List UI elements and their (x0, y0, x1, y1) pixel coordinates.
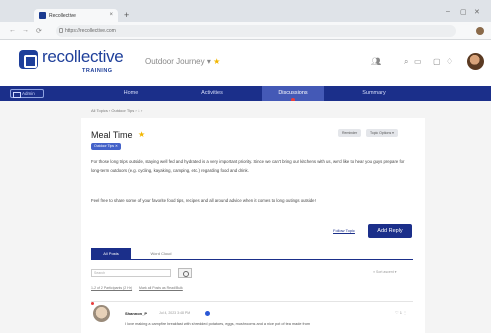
journey-label: Outdoor Journey (145, 57, 205, 66)
search-icon[interactable] (178, 268, 192, 278)
sort-dropdown[interactable]: ≡ Sort ascent ▾ (373, 270, 396, 274)
bell-icon[interactable]: ♢ (446, 57, 453, 66)
close-tab-icon[interactable]: × (109, 12, 113, 18)
topic-description-2: Feel free to share some of your favorite… (91, 198, 316, 203)
url-text: https://recollective.com (65, 28, 116, 34)
recollective-logo-icon[interactable] (19, 50, 38, 69)
admin-button[interactable]: Admin (10, 89, 44, 98)
post-date: Jul 4, 2023 3:48 PM (159, 311, 191, 315)
breadcrumb[interactable]: All Topics › Outdoor Tips › ↓ › (91, 108, 142, 113)
inbox-icon[interactable]: ▢ (433, 57, 441, 66)
logo-text[interactable]: recollective (42, 47, 124, 67)
star-icon[interactable]: ★ (138, 130, 145, 139)
lock-icon (59, 28, 63, 33)
topic-options-button[interactable]: Topic Options ▾ (366, 129, 398, 137)
maximize-icon[interactable]: ▢ (460, 8, 467, 16)
tabs-underline (91, 259, 413, 260)
topic-description: For those long trips outside, staying we… (91, 159, 405, 173)
list-item (91, 301, 413, 333)
post-author[interactable]: Shannon_P (125, 311, 147, 316)
logo-subtitle: TRAINING (82, 68, 113, 74)
user-avatar[interactable] (467, 53, 484, 70)
close-window-icon[interactable]: ✕ (474, 8, 480, 16)
avatar[interactable] (93, 305, 110, 322)
tab-all-posts[interactable]: All Posts (91, 248, 131, 259)
reload-icon[interactable]: ⟳ (36, 27, 42, 35)
url-field[interactable]: https://recollective.com (56, 25, 456, 37)
nav-discussions[interactable]: Discussions (262, 86, 324, 101)
tab-title: Recollective (49, 13, 76, 19)
journey-selector[interactable]: Outdoor Journey ▾ ★ (145, 57, 220, 66)
chat-icon[interactable]: ▭ (414, 57, 422, 66)
chevron-down-icon: ▾ (206, 57, 211, 66)
forward-icon[interactable]: → (22, 27, 29, 34)
browser-tab-bar: Recollective × + – ▢ ✕ (0, 0, 491, 22)
address-bar: ← → ⟳ https://recollective.com (0, 22, 491, 40)
main-navigation (0, 86, 491, 101)
browser-profile-avatar[interactable] (476, 27, 484, 35)
nav-activities[interactable]: Activities (181, 86, 243, 101)
reminder-button[interactable]: Reminder (338, 129, 362, 137)
search-icon[interactable]: ⌕ (404, 57, 408, 67)
new-tab-button[interactable]: + (124, 10, 129, 20)
tab-word-cloud[interactable]: Word Cloud (138, 248, 184, 259)
search-input[interactable]: Search (91, 269, 171, 277)
minimize-icon[interactable]: – (446, 8, 450, 15)
follow-topic-link[interactable]: Follow Topic (333, 228, 355, 233)
star-icon: ★ (213, 57, 221, 66)
participants-link[interactable]: 1-2 of 2 Participants (2 Hr) (91, 286, 132, 290)
nav-summary[interactable]: Summary (343, 86, 405, 101)
post-text: I love making a campfire breakfast with … (125, 322, 311, 326)
nav-home[interactable]: Home (100, 86, 162, 101)
post-meta-links: 1-2 of 2 Participants (2 Hr) Mark all Po… (91, 286, 189, 290)
verified-badge-icon (205, 311, 210, 316)
mark-read-link[interactable]: Mark all Posts as Read/Bulk (139, 286, 183, 290)
browser-tab[interactable]: Recollective × (34, 9, 118, 22)
like-button[interactable]: ♡ 1 ⋮ (395, 310, 407, 315)
topic-tag[interactable]: Outdoor Tips ✕ (91, 143, 121, 150)
pin-icon (91, 302, 94, 305)
add-reply-button[interactable]: Add Reply (368, 224, 412, 238)
people-admin-icon[interactable]: 👥︎ (371, 57, 381, 66)
back-icon[interactable]: ← (9, 27, 16, 34)
recollective-favicon-icon (39, 12, 46, 19)
page-title: Meal Time (91, 130, 133, 140)
